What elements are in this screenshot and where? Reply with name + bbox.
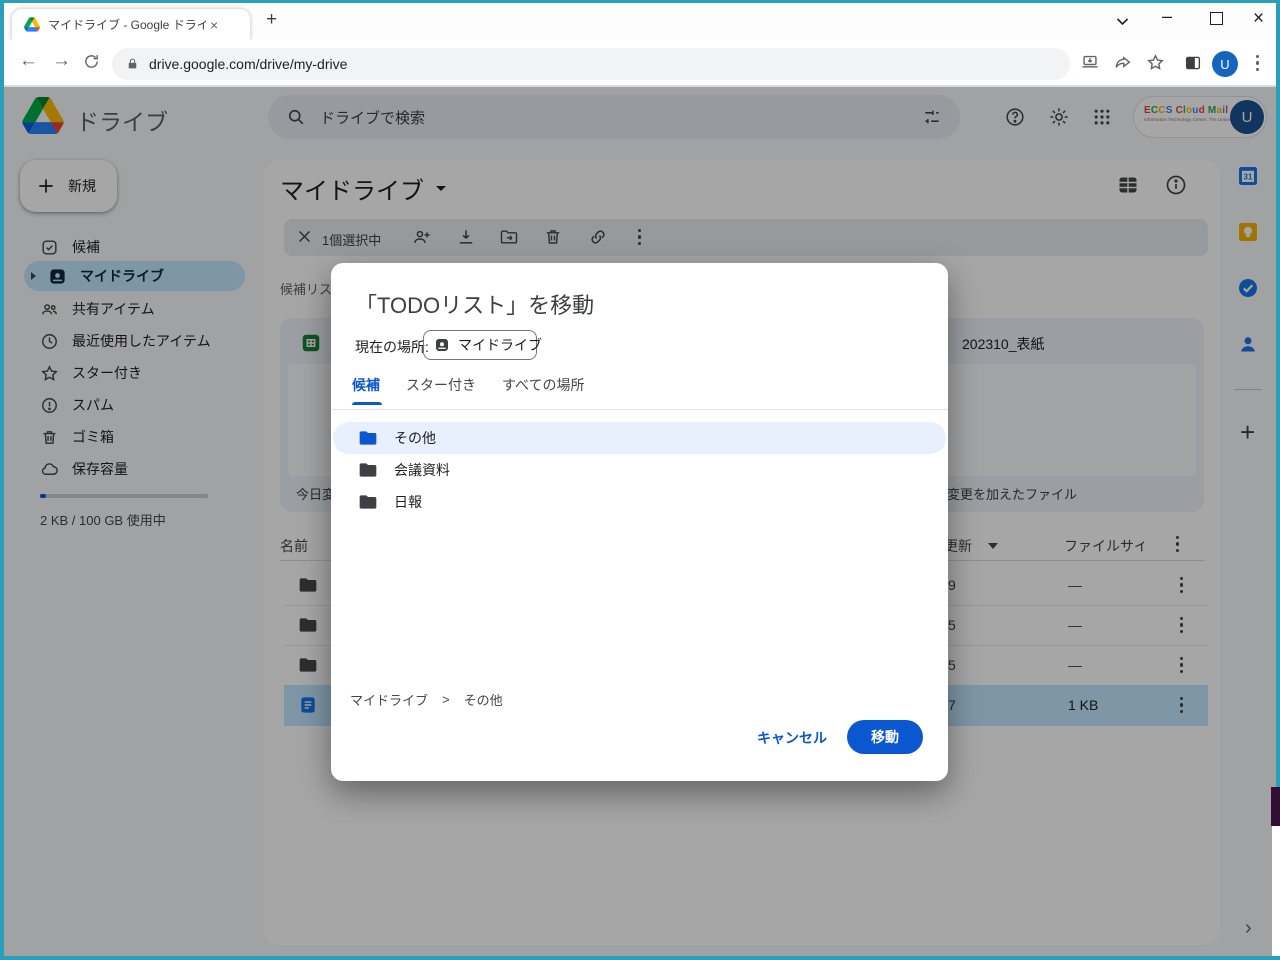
reload-icon[interactable]: [83, 53, 100, 70]
folder-icon: [358, 460, 378, 480]
back-icon[interactable]: ←: [19, 50, 38, 72]
browser-profile-avatar[interactable]: U: [1212, 51, 1238, 77]
chip-label: マイドライブ: [458, 335, 542, 355]
tab-search-chevron-icon[interactable]: [1116, 17, 1129, 26]
folder-option[interactable]: 日報: [333, 486, 946, 518]
tab-suggested[interactable]: 候補: [352, 375, 380, 395]
window-border-left: [0, 0, 4, 960]
cancel-button[interactable]: キャンセル: [757, 728, 827, 748]
breadcrumb: マイドライブ > その他: [350, 690, 503, 709]
breadcrumb-leaf[interactable]: その他: [464, 690, 503, 709]
maximize-button[interactable]: [1210, 12, 1223, 25]
drive-favicon-icon: [24, 17, 40, 32]
tab-all-locations[interactable]: すべての場所: [502, 375, 584, 395]
tab-starred[interactable]: スター付き: [406, 375, 476, 395]
edge-artifact-light: [1272, 826, 1280, 956]
tabs-divider: [331, 409, 948, 410]
active-tab-underline: [352, 402, 382, 405]
my-drive-icon: [434, 337, 450, 353]
side-panel-icon[interactable]: [1184, 54, 1202, 72]
folder-option-selected[interactable]: その他: [333, 422, 946, 454]
lock-icon: [126, 57, 139, 71]
browser-menu-icon[interactable]: [1256, 55, 1259, 71]
tab-close-icon[interactable]: ×: [210, 17, 218, 33]
url-text: drive.google.com/drive/my-drive: [149, 56, 347, 72]
url-bar[interactable]: drive.google.com/drive/my-drive: [112, 48, 1070, 80]
bookmark-star-icon[interactable]: [1146, 53, 1165, 72]
save-page-icon[interactable]: [1080, 53, 1100, 72]
folder-icon: [358, 492, 378, 512]
browser-tab[interactable]: マイドライブ - Google ドライブ ×: [12, 9, 250, 40]
current-location-chip[interactable]: マイドライブ: [423, 330, 537, 360]
window-close-button[interactable]: ×: [1253, 8, 1264, 30]
minimize-button[interactable]: –: [1162, 6, 1172, 27]
share-icon[interactable]: [1113, 53, 1133, 72]
folder-name: 会議資料: [394, 460, 450, 480]
breadcrumb-root[interactable]: マイドライブ: [350, 690, 428, 709]
move-button-label: 移動: [871, 727, 899, 747]
new-tab-button[interactable]: +: [266, 9, 277, 31]
folder-name: 日報: [394, 492, 422, 512]
folder-name: その他: [394, 428, 436, 448]
folder-option[interactable]: 会議資料: [333, 454, 946, 486]
edge-artifact-dark: [1271, 787, 1280, 826]
window-border-bottom: [0, 956, 1280, 960]
folder-icon: [358, 428, 378, 448]
forward-icon[interactable]: →: [52, 50, 71, 72]
current-location-label: 現在の場所:: [355, 337, 429, 357]
tab-title: マイドライブ - Google ドライブ: [48, 16, 206, 33]
window-border-top: [0, 0, 1280, 3]
tab-strip: マイドライブ - Google ドライブ × + – ×: [4, 3, 1276, 40]
dialog-tabs: 候補 スター付き すべての場所: [352, 375, 584, 395]
move-button[interactable]: 移動: [847, 720, 923, 754]
breadcrumb-separator-icon: >: [442, 692, 450, 707]
move-dialog: 「TODOリスト」を移動 現在の場所: マイドライブ 候補 スター付き すべての…: [331, 263, 948, 781]
dialog-title: 「TODOリスト」を移動: [355, 288, 594, 320]
